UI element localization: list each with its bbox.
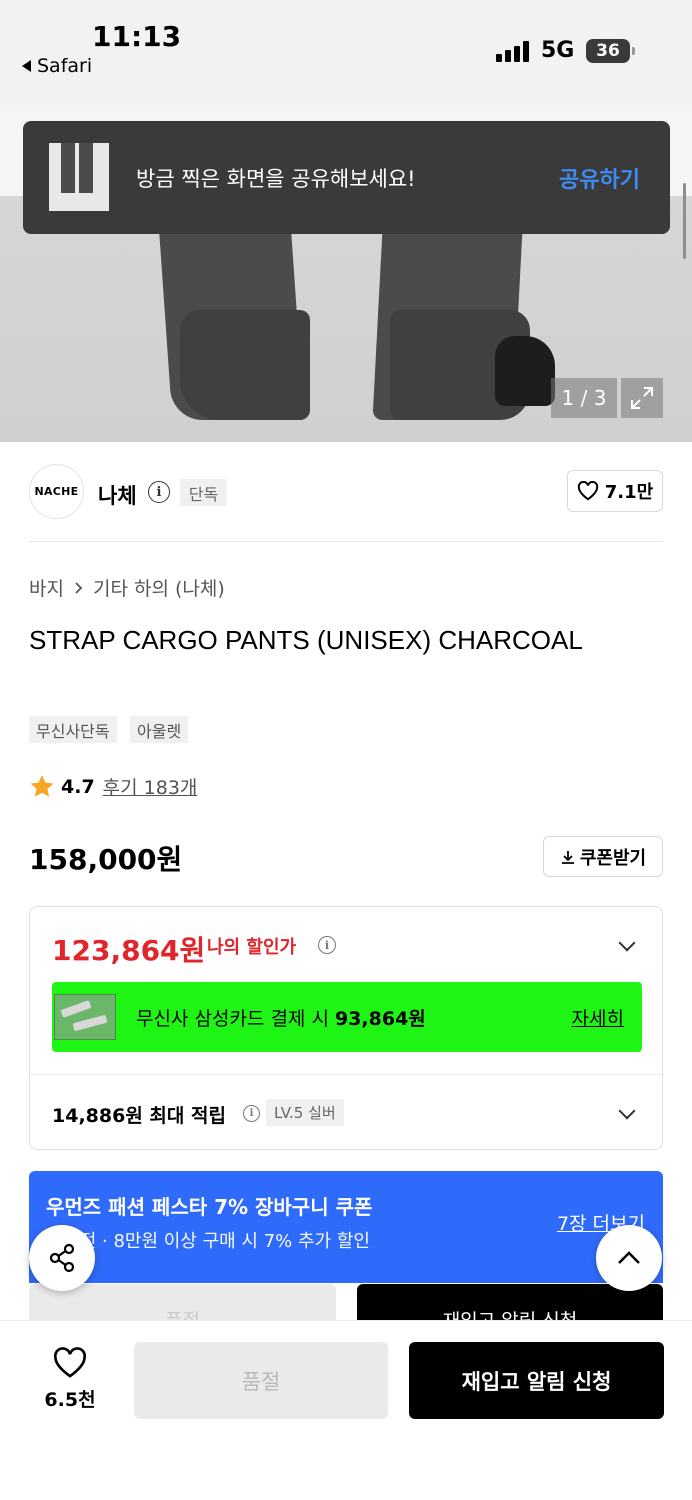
wishlist-count: 6.5천 xyxy=(44,1389,96,1411)
card-promo-banner[interactable]: 무신사 삼성카드 결제 시 93,864원 자세히 xyxy=(52,982,642,1052)
discount-divider xyxy=(30,1074,662,1075)
download-icon xyxy=(561,850,574,864)
breadcrumb-subcategory[interactable]: 기타 하의 (나체) xyxy=(93,574,225,601)
share-toast-message: 방금 찍은 화면을 공유해보세요! xyxy=(136,167,416,191)
card-promo-label: 무신사 삼성카드 결제 시 xyxy=(136,1008,329,1030)
screenshot-thumbnail[interactable] xyxy=(49,143,109,211)
status-bar: 11:13 Safari 5G 36 xyxy=(0,0,692,110)
card-image xyxy=(54,994,116,1040)
heart-icon xyxy=(577,481,598,501)
sold-out-inline-label: 품절 xyxy=(165,1306,200,1320)
breadcrumb: 바지 기타 하의 (나체) xyxy=(29,574,225,601)
bottom-action-bar: 6.5천 품절 재입고 알림 신청 xyxy=(0,1320,692,1500)
tag-musinsa-exclusive: 무신사단독 xyxy=(29,716,117,743)
brand-logo[interactable]: NACHE xyxy=(29,464,84,519)
product-title: STRAP CARGO PANTS (UNISEX) CHARCOAL xyxy=(29,625,583,655)
back-arrow-icon xyxy=(22,60,31,72)
share-toast: 방금 찍은 화면을 공유해보세요! 공유하기 xyxy=(23,121,670,234)
brand-logo-text: NACHE xyxy=(34,485,79,498)
restock-inline-label: 재입고 알림 신청 xyxy=(443,1306,577,1320)
member-level-badge: LV.5 실버 xyxy=(266,1099,344,1126)
chevron-right-icon xyxy=(75,581,83,594)
status-time: 11:13 xyxy=(92,20,182,53)
scroll-to-top-button[interactable] xyxy=(596,1225,662,1291)
my-discount-label: 나의 할인가 xyxy=(207,937,297,958)
network-type: 5G xyxy=(541,38,575,63)
reviews-link[interactable]: 후기 183개 xyxy=(103,773,198,800)
chevron-down-icon[interactable] xyxy=(618,934,636,952)
tag-outlet: 아울렛 xyxy=(130,716,189,743)
share-button[interactable]: 공유하기 xyxy=(559,162,640,194)
expand-icon xyxy=(631,387,653,409)
my-discount-price: 123,864원 xyxy=(52,934,206,967)
share-icon xyxy=(49,1243,75,1273)
max-points: 14,886원 최대 적립 xyxy=(52,1105,226,1127)
fashion-festa-banner[interactable]: 우먼즈 패션 페스타 7% 장바구니 쿠폰 7일 전 · 8만원 이상 구매 시… xyxy=(29,1171,663,1283)
restock-notify-button[interactable]: 재입고 알림 신청 xyxy=(409,1342,664,1419)
festa-title: 우먼즈 패션 페스타 7% 장바구니 쿠폰 xyxy=(46,1195,373,1219)
battery-level: 36 xyxy=(596,41,620,61)
points-info-icon[interactable]: i xyxy=(243,1105,260,1122)
product-photo-boot xyxy=(495,336,555,406)
discount-info-icon[interactable]: i xyxy=(318,936,336,954)
rating-score: 4.7 xyxy=(61,775,95,798)
page-scrollbar[interactable] xyxy=(683,183,686,259)
get-coupon-button[interactable]: 쿠폰받기 xyxy=(543,836,663,877)
breadcrumb-category[interactable]: 바지 xyxy=(29,574,64,601)
product-photo-left-hem xyxy=(180,310,310,420)
card-promo-text: 무신사 삼성카드 결제 시 93,864원 xyxy=(136,1004,426,1031)
restock-notify-button-inline[interactable]: 재입고 알림 신청 xyxy=(357,1284,663,1320)
star-icon xyxy=(30,775,54,797)
coupon-label: 쿠폰받기 xyxy=(579,847,647,869)
back-app-label: Safari xyxy=(37,55,93,77)
card-detail-link[interactable]: 자세히 xyxy=(572,1004,624,1031)
battery-icon: 36 xyxy=(586,39,635,63)
discount-panel: 123,864원 나의 할인가 i 무신사 삼성카드 결제 시 93,864원 … xyxy=(29,906,663,1150)
exclusive-badge: 단독 xyxy=(180,479,227,506)
sold-out-button: 품절 xyxy=(134,1342,388,1419)
brand-info-icon[interactable]: i xyxy=(148,481,170,503)
heart-icon xyxy=(53,1347,87,1378)
product-price: 158,000원 xyxy=(29,843,183,876)
image-counter: 1 / 3 xyxy=(551,378,617,418)
brand-divider xyxy=(29,541,663,542)
brand-like-count: 7.1만 xyxy=(604,482,654,503)
chevron-down-icon[interactable] xyxy=(618,1102,636,1120)
card-promo-price: 93,864원 xyxy=(334,1008,426,1030)
brand-name[interactable]: 나체 xyxy=(98,480,137,510)
rating-row: 4.7 후기 183개 xyxy=(29,773,197,800)
share-fab-button[interactable] xyxy=(29,1225,95,1291)
expand-image-button[interactable] xyxy=(621,378,663,418)
sold-out-button-inline: 품절 xyxy=(29,1284,336,1320)
brand-like-button[interactable]: 7.1만 xyxy=(567,470,663,512)
wishlist-button[interactable]: 6.5천 xyxy=(40,1347,100,1412)
back-to-app-link[interactable]: Safari xyxy=(22,55,92,77)
cell-signal-icon xyxy=(496,40,529,62)
chevron-up-icon xyxy=(618,1251,640,1264)
festa-subtitle: 7일 전 · 8만원 이상 구매 시 7% 추가 할인 xyxy=(46,1231,370,1252)
